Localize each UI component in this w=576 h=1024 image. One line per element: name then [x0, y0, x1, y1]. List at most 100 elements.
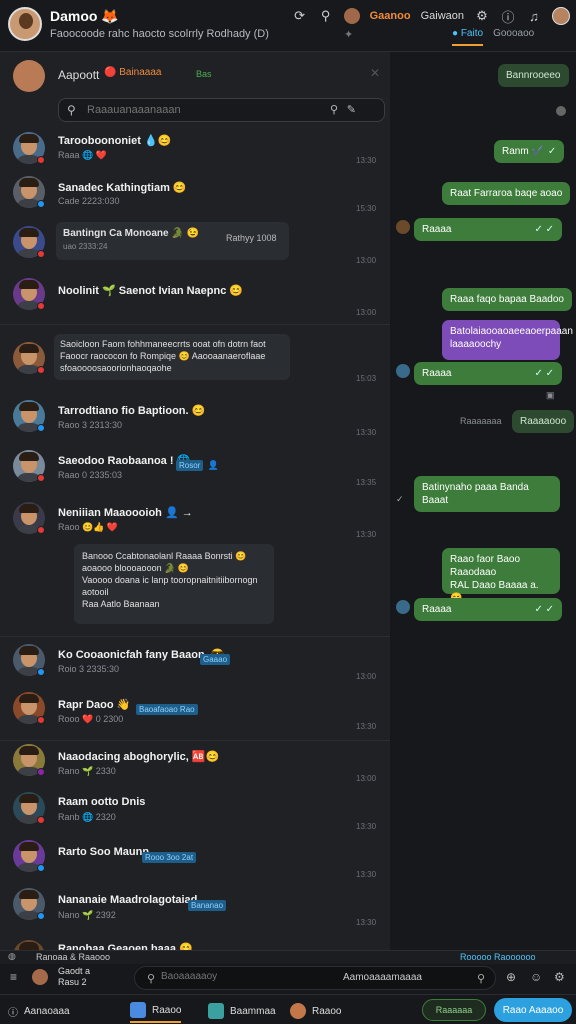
contact-name: Raam ootto Dnis	[58, 796, 146, 808]
tag-label: Bananao	[188, 900, 227, 911]
scroll-indicator	[556, 106, 566, 116]
check-icon: ✓	[547, 146, 557, 157]
message-bubble[interactable]: Ranm ✔️ ✓	[494, 140, 565, 163]
bottom-nav: ⓘ Aanaoaaa Raaoo Baammaa Raaoo Raaaaaa Ra…	[0, 994, 576, 1024]
message-text: Raaaa	[422, 604, 452, 615]
contact-tag: Rooo 3oo 2at	[142, 847, 197, 865]
contact-name: Tarrodtiano fio Baptioon. 😊	[58, 405, 206, 417]
list-item[interactable]: Neniiian Maaoooioh 👤 → Raoo 😊👍 ❤️ 13:30	[0, 500, 390, 544]
message-bubble[interactable]: Batinynaho paaa Banda Baaat	[414, 476, 560, 512]
composer-bar: ≡ Gaodt a Rasu 2 ⚲ Aamoaaaamaaaa ⚲ ⊕ ☺ ⚙	[0, 964, 576, 994]
nav-label: Raaoo	[312, 1005, 342, 1017]
secondary-button[interactable]: Raaaaaa	[422, 999, 486, 1021]
list-item[interactable]: Sanadec Kathingtiam 😊 Cade 2223:030 15:3…	[0, 176, 390, 220]
list-item[interactable]: Raam ootto Dnis Ranb 🌐 2320 13:30	[0, 792, 390, 836]
avatar	[396, 364, 410, 378]
message-bubble[interactable]: Raat Farraroa baqe aoao	[442, 182, 571, 205]
status-dot	[37, 526, 45, 534]
list-item[interactable]: Noolinit 🌱 Saenot Ivian Naepnc 😊 13:00	[0, 276, 390, 320]
list-item[interactable]: Tarooboononiet 💧😊 Raaa 🌐 ❤️ 13:30	[0, 132, 390, 172]
account-name-secondary[interactable]: Gaiwaon	[421, 10, 464, 22]
lock-icon: ✦	[344, 29, 354, 41]
message-bubble[interactable]: Batolaiaooaoaeeaoerpaaan laaaaoochy	[442, 320, 573, 360]
list-item[interactable]: Rapr Daoo 👋 Baoafaoao Rao Rooo ❤️ 0 2300…	[0, 692, 390, 736]
divider	[0, 324, 390, 325]
bell-icon[interactable]: ♫	[526, 9, 542, 24]
status-dot	[37, 250, 45, 258]
user-icon: 👤	[207, 460, 220, 470]
tag-label: Baoafaoao Rao	[136, 704, 198, 715]
list-item[interactable]: Ko Cooaonicfah fany Baaon. 😎 Gaaao Roio …	[0, 644, 390, 688]
conversation-list: Aapoott 🔴 Bainaaaa Bas ✕ ⚲ ⚲ ✎ Tarooboon…	[0, 52, 390, 950]
page-title: Damoo 🦊	[50, 8, 119, 24]
close-icon[interactable]: ✕	[370, 66, 380, 80]
message-bubble[interactable]: Raao faor Baoo Raaodaao RAL Daao Baaaa a…	[442, 548, 560, 617]
status-link[interactable]: Rooooo Raoooooo	[460, 952, 536, 962]
card-line: Raa Aatlo Baanaan	[82, 599, 160, 609]
message-bubble[interactable]: Bannrooeeo	[498, 64, 569, 87]
status-dot	[37, 668, 45, 676]
list-item[interactable]: Tarrodtiano fio Baptioon. 😊 Raoo 3 2313:…	[0, 398, 390, 442]
date-label: Raaaaaaa	[460, 416, 502, 426]
nav-profile[interactable]: Raaoo	[290, 999, 341, 1023]
message-bubble[interactable]: Raaa faqo bapaa Baadoo	[442, 288, 572, 311]
list-item[interactable]: Saoicloon Faom fohhmaneecrrts ooat ofn d…	[0, 334, 390, 390]
compose-icon[interactable]: ✎	[347, 103, 356, 116]
emoji-icon[interactable]: ☺	[530, 970, 542, 984]
status-badge-secondary: Bas	[196, 69, 212, 79]
search-bar[interactable]: ⚲ Aamoaaaamaaaa ⚲	[134, 966, 496, 990]
list-item[interactable]: Naaodacing aboghorylic, 🆎😊 Rano 🌱 2330 1…	[0, 744, 390, 788]
timestamp: 15:03	[356, 374, 377, 383]
primary-button[interactable]: Raao Aaaaoo	[494, 998, 572, 1022]
contact-preview: Rooo ❤️ 0 2300	[58, 714, 124, 724]
list-item[interactable]: Rarto Soo Maunn Rooo 3oo 2at 13:30	[0, 840, 390, 884]
timestamp: 15:30	[356, 204, 377, 213]
message-bubble[interactable]: Raaaa ✓ ✓	[414, 218, 562, 241]
contact-name: Rarto Soo Maunn	[58, 846, 150, 858]
nav-people[interactable]: Baammaa	[208, 999, 276, 1023]
contact-preview: Raao 0 2335:03	[58, 470, 123, 480]
search-input[interactable]	[87, 102, 307, 118]
message-bubble[interactable]: Raaaa ✓ ✓	[414, 598, 562, 621]
message-bubble[interactable]: Raaaaooo	[512, 410, 575, 433]
nav-chats[interactable]: Raaoo	[130, 999, 182, 1023]
account-avatar[interactable]	[343, 8, 360, 24]
contact-name: Neniiian Maaoooioh 👤 →	[58, 507, 193, 519]
search-input[interactable]	[161, 971, 321, 982]
gear-icon[interactable]: ⚙	[554, 970, 565, 984]
nav-home[interactable]: ⓘ Aanaoaaa	[8, 999, 70, 1023]
message-text: Raaaa	[422, 224, 452, 235]
search-icon[interactable]: ⚲	[318, 8, 334, 24]
message-card: Saoicloon Faom fohhmaneecrrts ooat ofn d…	[54, 334, 290, 380]
search-icon[interactable]: ⚲	[477, 972, 485, 985]
avatar[interactable]	[8, 7, 42, 41]
list-item[interactable]: Saeodoo Raobaanoa ! 🌐 Rosor 👤 Raao 0 233…	[0, 448, 390, 492]
menu-icon[interactable]: ≡	[10, 970, 17, 984]
message-bubble[interactable]: Raaaa ✓ ✓	[414, 362, 562, 385]
search-icon: ⚲	[147, 973, 156, 985]
tab-groups[interactable]: Goooaoo	[493, 28, 534, 46]
profile-avatar[interactable]	[552, 7, 570, 25]
message-card[interactable]: Banooo Ccabtonaolanl Raaaa Bonrsti 😊 aoa…	[74, 544, 274, 624]
list-item[interactable]: Ranobaa Geaoen baaa 😊	[0, 936, 390, 950]
filter-icon[interactable]: ⚲	[330, 103, 338, 116]
search-bar[interactable]: ⚲ ⚲ ✎	[58, 98, 385, 122]
attach-icon[interactable]: ⊕	[506, 970, 516, 984]
refresh-icon[interactable]: ⟳	[292, 8, 308, 24]
card-line: Vaoooo doana ic lanp tooropnaitnitiiborn…	[82, 575, 258, 585]
contact-name: Ranobaa Geaoen baaa 😊	[58, 943, 193, 950]
list-header: Aapoott 🔴 Bainaaaa Bas ✕ ⚲ ⚲ ✎	[0, 52, 390, 142]
account-name[interactable]: Gaanoo	[370, 10, 411, 22]
list-item[interactable]: Nananaie Maadrolagotaiad Bananao Nano 🌱 …	[0, 888, 390, 932]
tab-feed[interactable]: ● Faito	[452, 28, 484, 46]
status-dot	[37, 200, 45, 208]
timestamp: 13:30	[356, 918, 377, 927]
avatar[interactable]	[13, 60, 45, 92]
list-owner-name: Aapoott	[58, 68, 100, 82]
nav-label: Aanaoaaa	[24, 1005, 70, 1017]
list-item[interactable]: Bantingn Ca Monoane 🐊 😉 uao 2333:24 Rath…	[0, 222, 390, 270]
info-icon[interactable]: ⓘ	[500, 7, 516, 26]
divider	[0, 636, 390, 637]
avatar[interactable]	[32, 969, 48, 985]
gear-icon[interactable]: ⚙	[474, 8, 490, 24]
